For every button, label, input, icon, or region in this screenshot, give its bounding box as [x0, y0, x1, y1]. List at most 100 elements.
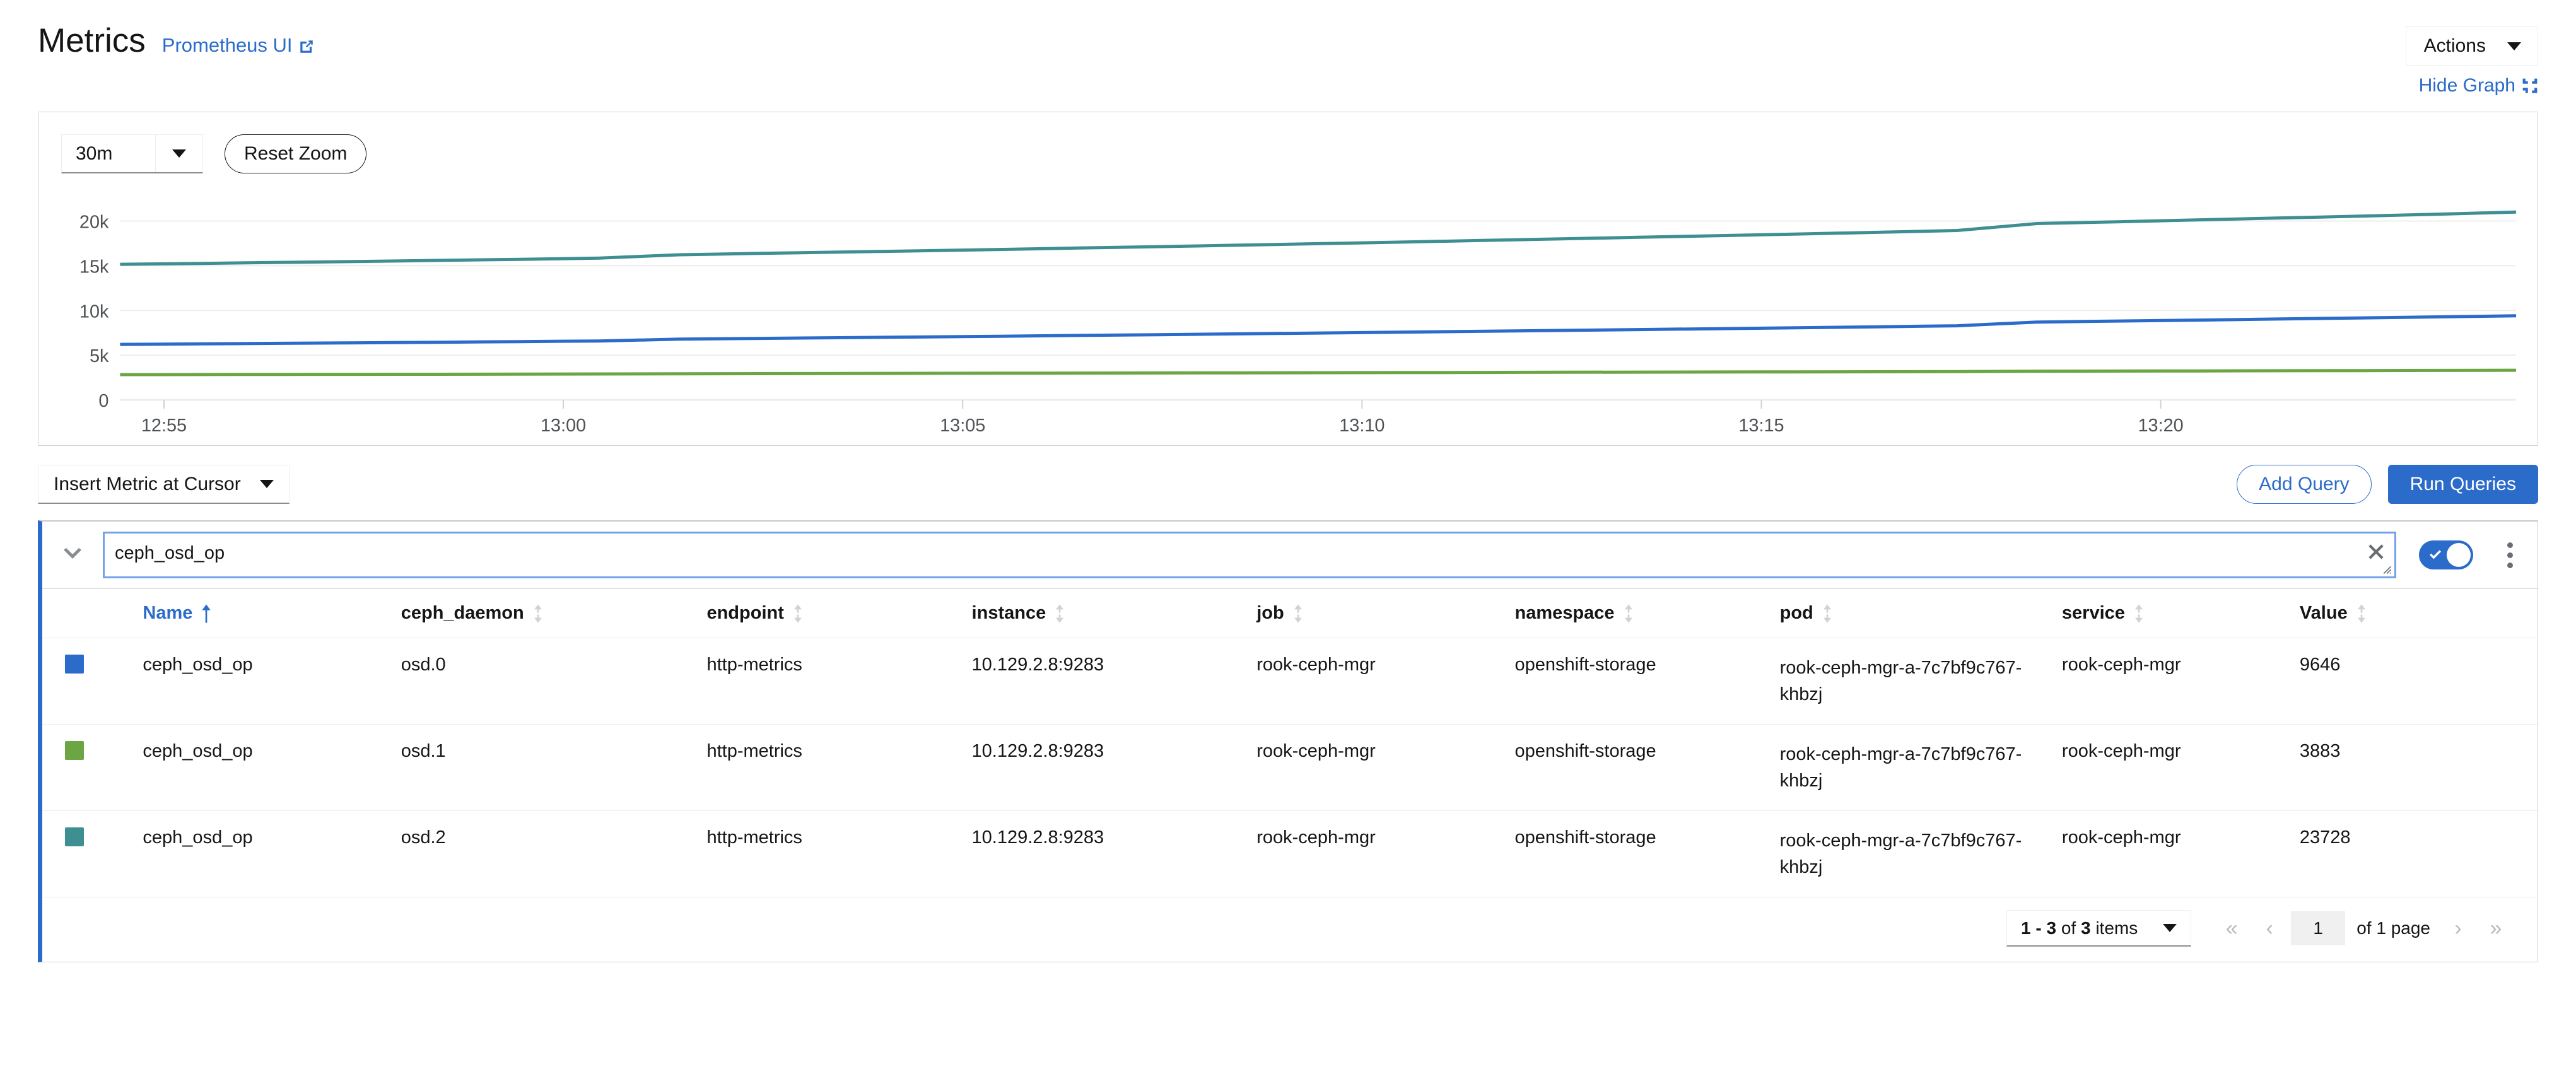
add-query-button[interactable]: Add Query [2237, 465, 2372, 504]
prometheus-ui-link[interactable]: Prometheus UI [162, 34, 315, 57]
items-range-suffix: items [2095, 918, 2138, 938]
prev-page-button[interactable]: ‹ [2251, 910, 2288, 947]
cell-job: rook-ceph-mgr [1256, 724, 1515, 811]
table-header-job[interactable]: job [1256, 588, 1515, 638]
table-header-label: namespace [1514, 603, 1615, 623]
table-header-label: job [1256, 603, 1284, 623]
time-range-value: 30m [76, 143, 113, 164]
kebab-menu-icon[interactable] [2496, 542, 2524, 568]
chevron-down-icon [172, 149, 186, 158]
query-row [42, 522, 2538, 588]
kebab-dot [2507, 552, 2513, 558]
first-page-button[interactable]: « [2213, 910, 2251, 947]
reset-zoom-button[interactable]: Reset Zoom [225, 134, 367, 173]
kebab-dot [2507, 542, 2513, 548]
cell-value: 9646 [2299, 637, 2538, 725]
items-range-of: of [2061, 918, 2076, 938]
toggle-knob [2447, 543, 2471, 567]
table-header-service[interactable]: service [2061, 588, 2300, 638]
cell-namespace: openshift-storage [1514, 637, 1780, 725]
run-queries-button[interactable]: Run Queries [2387, 465, 2538, 504]
y-axis-tick-label: 20k [79, 212, 109, 232]
query-toolbar-actions: Add Query Run Queries [2237, 465, 2538, 504]
table-header-endpoint[interactable]: endpoint [706, 588, 972, 638]
table-row[interactable]: ceph_osd_op osd.0 http-metrics 10.129.2.8:9… [42, 637, 2538, 725]
chart-x-tickmarks [163, 400, 2162, 409]
chart-line-ceph-osd-op-osd-0 [120, 314, 2517, 346]
page-title: Metrics [38, 22, 146, 59]
table-row[interactable]: ceph_osd_op osd.2 http-metrics 10.129.2.8:9… [42, 810, 2538, 897]
sort-icon [1624, 604, 1632, 623]
cell-endpoint: http-metrics [706, 724, 972, 811]
x-axis-tick-label: 13:10 [1339, 416, 1385, 436]
table-header-pod[interactable]: pod [1779, 588, 2062, 638]
query-enable-toggle[interactable] [2419, 540, 2473, 569]
next-page-button[interactable]: › [2439, 910, 2477, 947]
table-header-namespace[interactable]: namespace [1514, 588, 1780, 638]
hide-graph-label: Hide Graph [2418, 75, 2515, 96]
chart-line-ceph-osd-op-osd-2 [120, 210, 2517, 266]
table-header-name[interactable]: Name [143, 588, 401, 638]
sort-icon [2357, 604, 2365, 623]
metrics-chart[interactable]: 0 5k 10k 15k 20k 12:55 13:00 13:05 13:10 13:15 13… [38, 180, 2538, 445]
table-header-label: Name [143, 603, 193, 623]
query-panel: Name ceph_daemon endpoint instance job namesp… [38, 520, 2538, 963]
chart-series [120, 210, 2517, 376]
actions-label: Actions [2423, 35, 2486, 56]
check-icon [2430, 550, 2441, 559]
items-range-start: 1 - 3 [2021, 918, 2057, 938]
x-axis-tick-label: 13:05 [940, 416, 985, 436]
table-header-label: instance [971, 603, 1046, 623]
metrics-table: Name ceph_daemon endpoint instance job namesp… [42, 588, 2538, 897]
cell-service: rook-ceph-mgr [2061, 724, 2300, 811]
query-expand-toggle[interactable] [42, 548, 103, 562]
x-axis-tick-label: 13:20 [2138, 416, 2184, 436]
table-header: Name ceph_daemon endpoint instance job namesp… [42, 588, 2538, 638]
hide-graph-link[interactable]: Hide Graph [2419, 75, 2538, 96]
query-input-wrapper[interactable] [103, 532, 2396, 586]
query-toolbar: Insert Metric at Cursor Add Query Run Qu… [38, 465, 2538, 504]
x-axis-tick-label: 12:55 [141, 416, 187, 436]
cell-name: ceph_osd_op [143, 637, 401, 725]
y-axis-tick-label: 5k [90, 346, 109, 366]
last-page-button[interactable]: » [2477, 910, 2515, 947]
sort-asc-icon [202, 604, 211, 623]
x-axis-tick-label: 13:15 [1738, 416, 1784, 436]
page-number-input[interactable] [2291, 911, 2346, 946]
cell-service: rook-ceph-mgr [2061, 637, 2300, 725]
table-header-label: ceph_daemon [401, 603, 524, 623]
cell-name: ceph_osd_op [143, 724, 401, 811]
series-color-swatch [42, 637, 143, 725]
table-row[interactable]: ceph_osd_op osd.1 http-metrics 10.129.2.8:9… [42, 724, 2538, 811]
y-axis-tick-label: 15k [79, 257, 109, 277]
pagination-nav: « ‹ of 1 page › » [2213, 910, 2515, 947]
actions-button[interactable]: Actions [2405, 26, 2538, 66]
query-input[interactable] [105, 534, 2394, 586]
insert-metric-dropdown[interactable]: Insert Metric at Cursor [38, 465, 290, 504]
sort-icon [534, 604, 542, 623]
items-per-page-select[interactable]: 1 - 3 of 3 items [2006, 910, 2192, 947]
resize-grip-icon[interactable] [2380, 563, 2392, 575]
time-range-select[interactable]: 30m [61, 134, 203, 173]
close-icon[interactable] [2367, 542, 2386, 561]
cell-namespace: openshift-storage [1514, 724, 1780, 811]
external-link-icon [298, 37, 315, 54]
sort-icon [1823, 604, 1831, 623]
sort-icon [793, 604, 802, 623]
chart-line-ceph-osd-op-osd-1 [120, 368, 2517, 376]
table-header-instance[interactable]: instance [971, 588, 1257, 638]
table-header-label: endpoint [706, 603, 784, 623]
cell-job: rook-ceph-mgr [1256, 637, 1515, 725]
cell-ceph-daemon: osd.1 [401, 724, 707, 811]
page-count-label: of 1 page [2356, 918, 2430, 938]
table-header-value[interactable]: Value [2299, 588, 2538, 638]
insert-metric-label: Insert Metric at Cursor [54, 473, 241, 494]
cell-instance: 10.129.2.8:9283 [971, 724, 1257, 811]
items-range-total: 3 [2080, 918, 2091, 938]
cell-pod: rook-ceph-mgr-a-7c7bf9c767-khbzj [1779, 810, 2062, 897]
cell-pod: rook-ceph-mgr-a-7c7bf9c767-khbzj [1779, 724, 2062, 811]
chart-svg: 0 5k 10k 15k 20k 12:55 13:00 13:05 13:10 13:15 13… [79, 210, 2517, 436]
cell-name: ceph_osd_op [143, 810, 401, 897]
table-header-ceph-daemon[interactable]: ceph_daemon [401, 588, 707, 638]
cell-service: rook-ceph-mgr [2061, 810, 2300, 897]
